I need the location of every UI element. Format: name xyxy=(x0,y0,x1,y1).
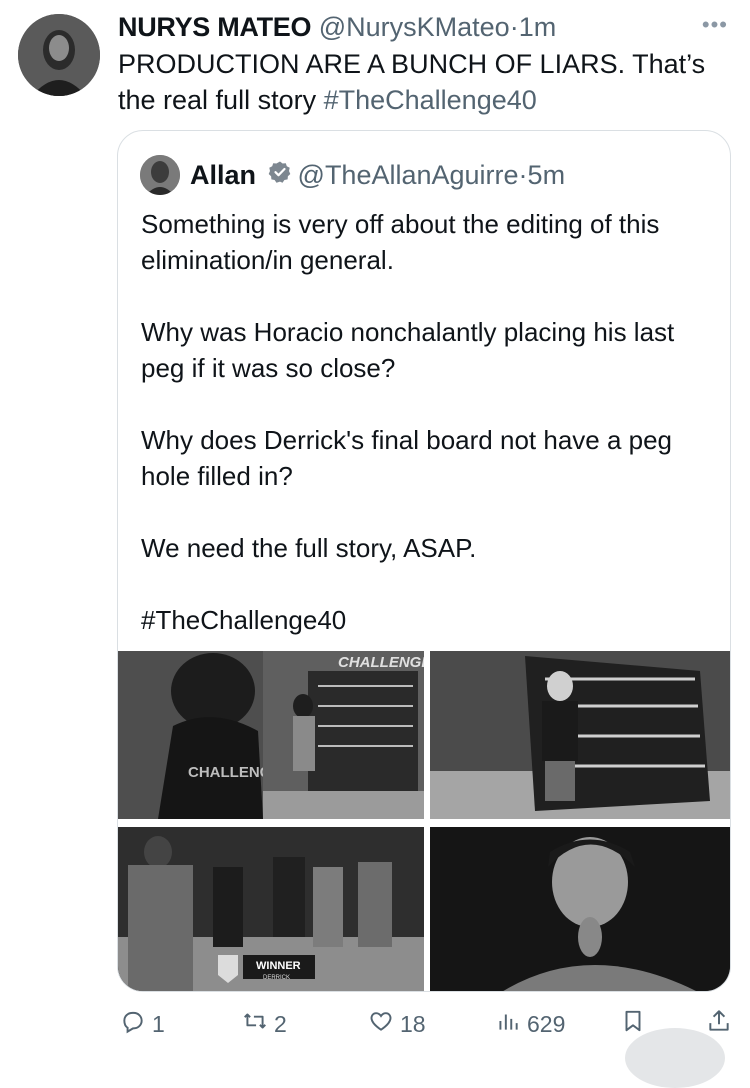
share-icon xyxy=(706,1008,732,1040)
reply-icon xyxy=(120,1008,146,1040)
quote-separator-dot: · xyxy=(518,159,528,190)
shirt-logo-text: CHALLENG xyxy=(188,764,271,781)
author-avatar[interactable] xyxy=(18,14,100,96)
views-button[interactable]: 629 xyxy=(495,1004,565,1044)
hashtag-link[interactable]: #TheChallenge40 xyxy=(324,85,537,115)
winner-name-text: DERRICK xyxy=(263,975,290,981)
media-photo-1[interactable]: CHALLENG CHALLENGE xyxy=(118,651,424,819)
repost-button[interactable]: 2 xyxy=(242,1004,287,1044)
repost-icon xyxy=(242,1008,268,1040)
quote-text: Something is very off about the editing … xyxy=(141,209,675,635)
verified-badge-icon xyxy=(268,155,292,195)
analytics-icon xyxy=(495,1008,521,1040)
quote-header: Allan @TheAllanAguirre·5m xyxy=(140,153,566,195)
heart-icon xyxy=(368,1008,394,1040)
author-name[interactable]: NURYS MATEO xyxy=(118,12,312,42)
tweet-time[interactable]: 1m xyxy=(519,12,557,42)
separator-dot: · xyxy=(509,12,519,42)
media-photo-4[interactable] xyxy=(430,827,730,991)
floating-action-button[interactable] xyxy=(625,1028,725,1088)
media-grid: CHALLENG CHALLENGE WINNER DERRICK xyxy=(118,651,730,991)
author-handle[interactable]: @NurysKMateo xyxy=(319,12,510,42)
quote-author-handle[interactable]: @TheAllanAguirre xyxy=(298,160,519,190)
quote-author-avatar[interactable] xyxy=(140,154,180,195)
like-count: 18 xyxy=(400,1010,426,1037)
winner-banner-text: WINNER xyxy=(256,960,301,972)
tweet-header: NURYS MATEO @NurysKMateo·1m xyxy=(118,10,718,44)
quoted-tweet[interactable]: Allan @TheAllanAguirre·5m Something is v… xyxy=(117,130,731,992)
more-options-icon[interactable]: ••• xyxy=(702,12,728,38)
like-button[interactable]: 18 xyxy=(368,1004,426,1044)
media-photo-2[interactable] xyxy=(430,651,730,819)
tweet-text: PRODUCTION ARE A BUNCH OF LIARS. That’s … xyxy=(118,46,728,118)
reply-button[interactable]: 1 xyxy=(120,1004,165,1044)
quote-author-name[interactable]: Allan xyxy=(190,160,256,190)
media-photo-3[interactable]: WINNER DERRICK xyxy=(118,827,424,991)
board-title-text: CHALLENGE xyxy=(338,654,424,671)
reply-count: 1 xyxy=(152,1010,165,1037)
quote-time[interactable]: 5m xyxy=(528,160,566,190)
repost-count: 2 xyxy=(274,1010,287,1037)
view-count: 629 xyxy=(527,1010,566,1037)
